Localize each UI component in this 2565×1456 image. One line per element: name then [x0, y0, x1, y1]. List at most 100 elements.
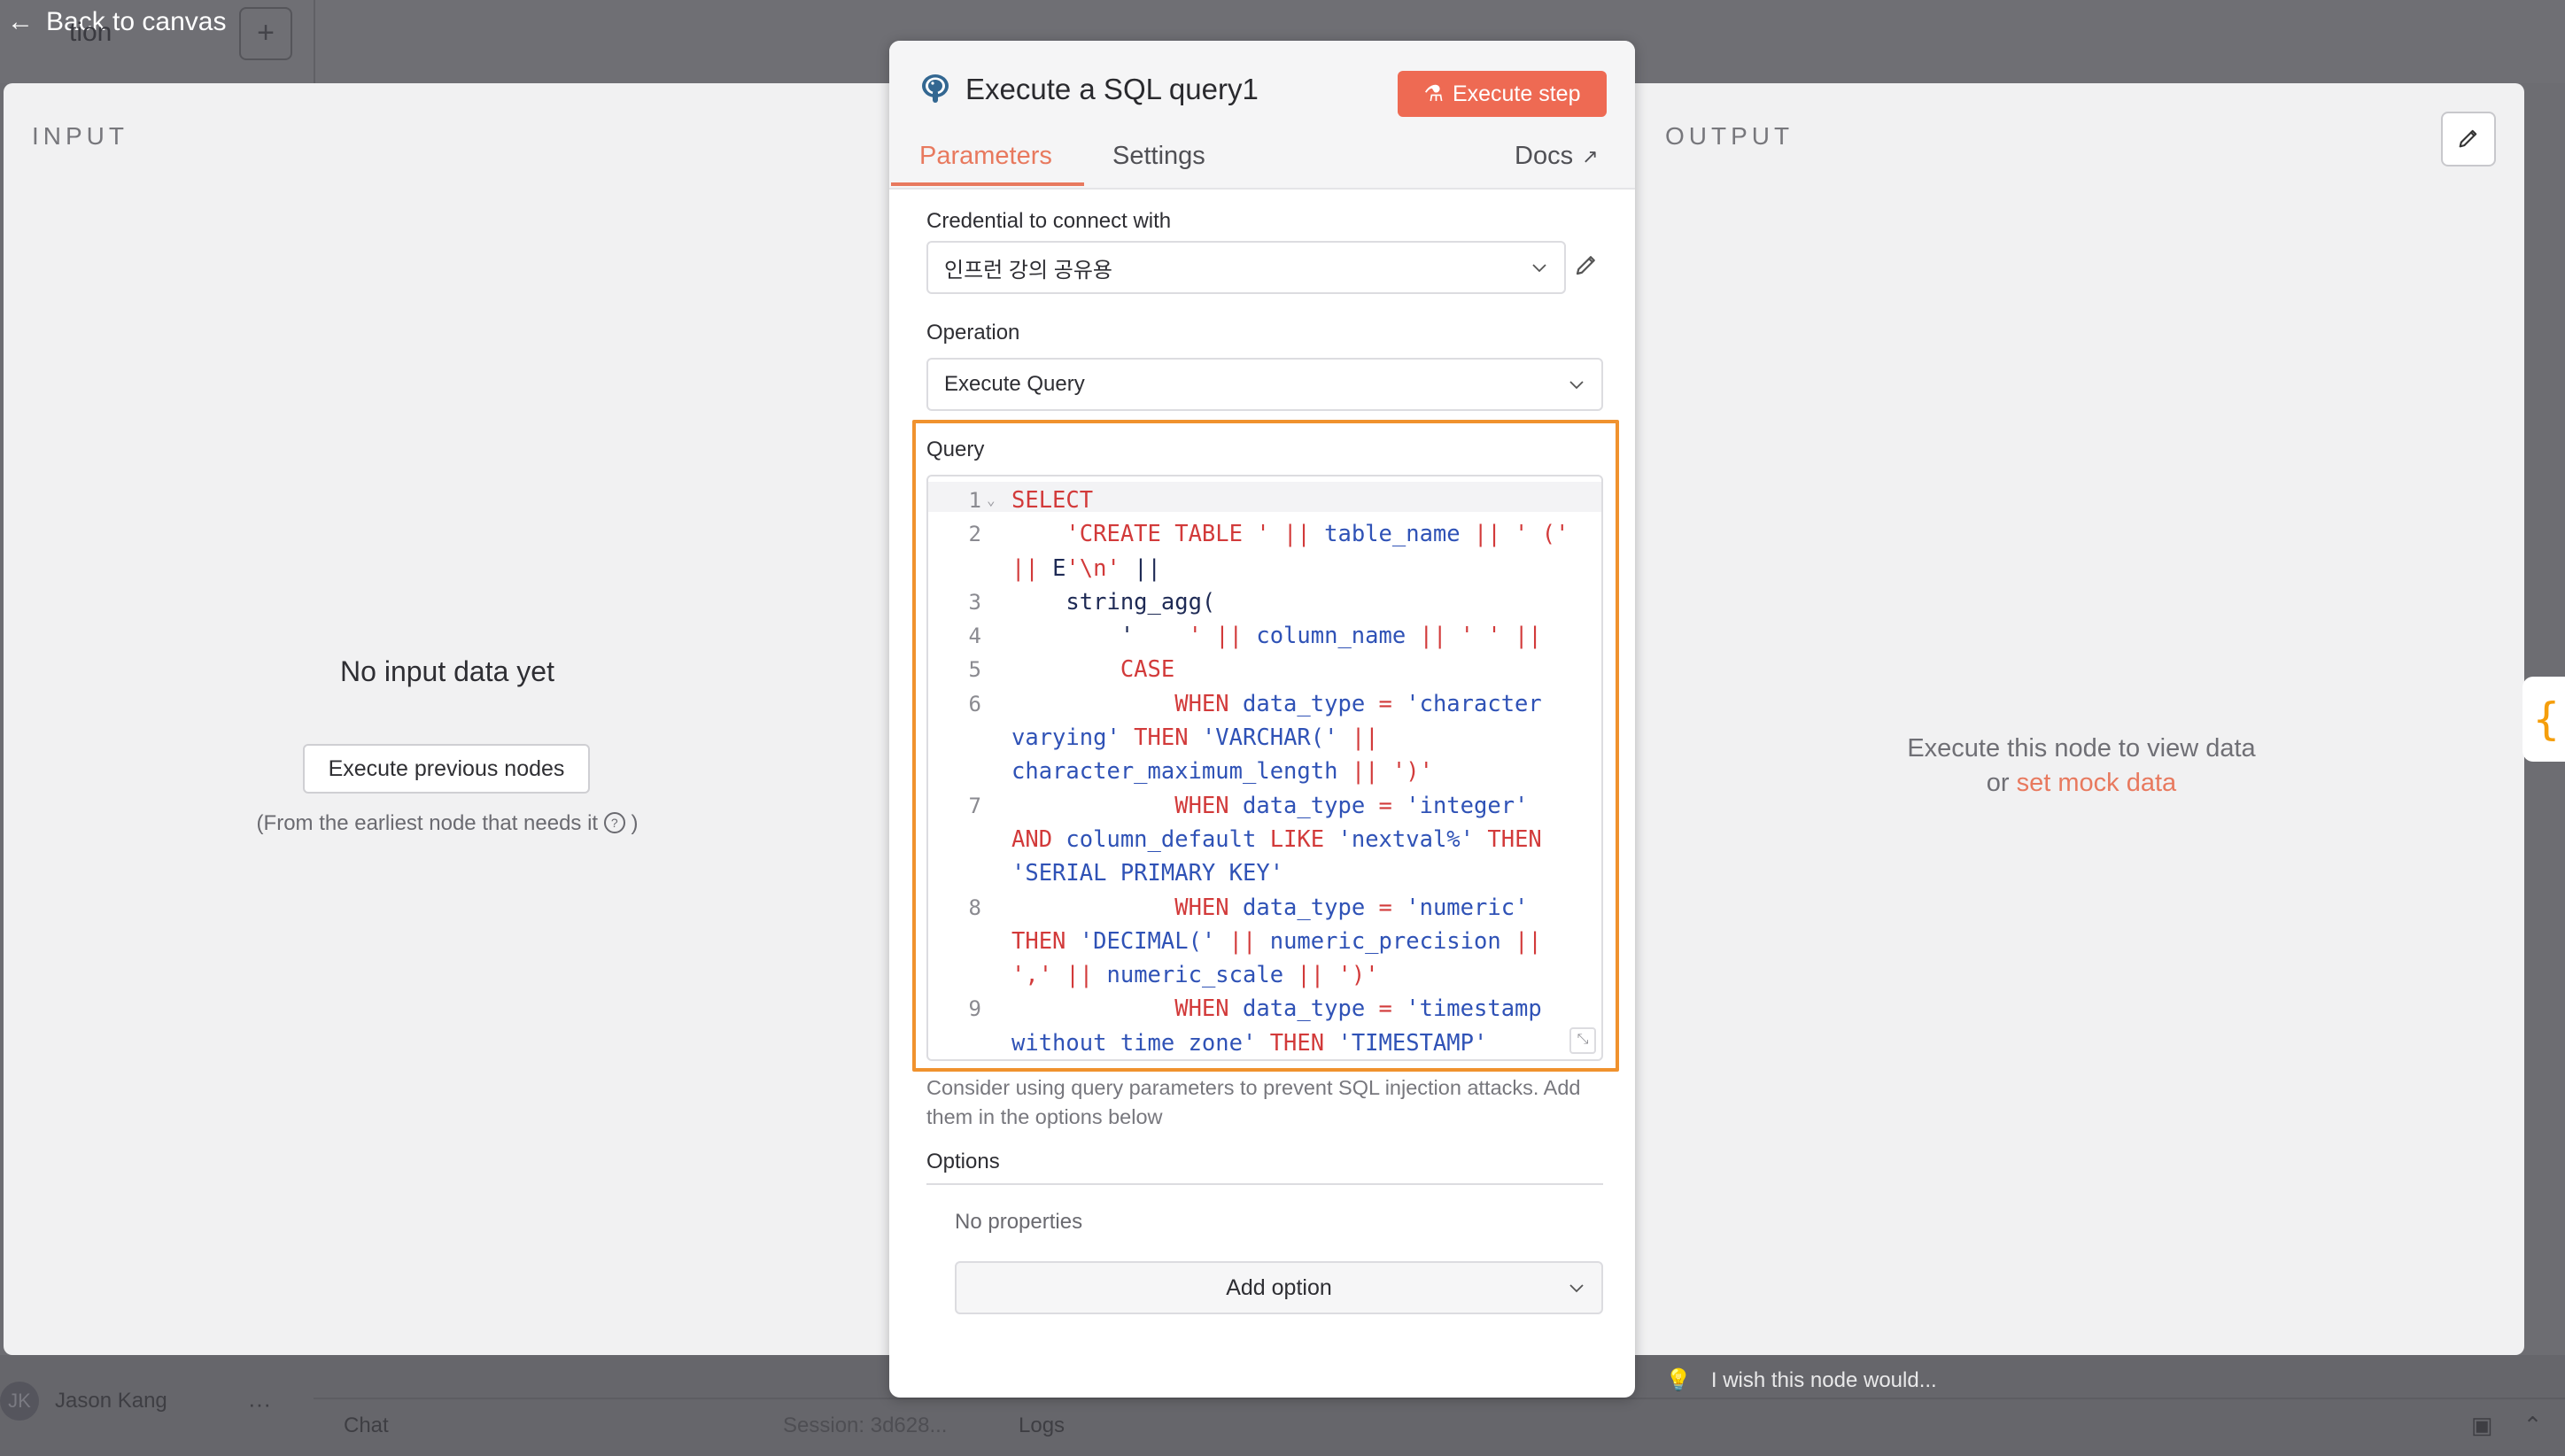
code-token: without time zone': [1011, 1029, 1257, 1057]
back-to-canvas-link[interactable]: ← Back to canvas: [7, 7, 226, 37]
code-token: THEN: [1011, 927, 1080, 955]
code-token: 'character: [1406, 690, 1542, 717]
tab-settings[interactable]: Settings: [1112, 142, 1205, 171]
user-menu[interactable]: JK Jason Kang: [0, 1382, 167, 1421]
line-number: [928, 1026, 981, 1059]
logs-tab[interactable]: Logs: [1019, 1413, 1065, 1438]
question-circle-icon[interactable]: ?: [603, 812, 625, 833]
code-token: ||: [1500, 927, 1542, 955]
chevron-down-icon: [1532, 264, 1546, 273]
external-link-icon: ↗: [1582, 144, 1599, 167]
code-text: 'SERIAL PRIMARY KEY': [1011, 856, 1283, 890]
feedback-link[interactable]: 💡 I wish this node would...: [1665, 1367, 1937, 1393]
execute-step-button[interactable]: ⚗ Execute step: [1398, 71, 1607, 117]
feedback-label: I wish this node would...: [1710, 1367, 1937, 1392]
add-option-dropdown[interactable]: Add option: [955, 1261, 1603, 1314]
json-side-tab[interactable]: {: [2522, 677, 2565, 762]
line-number: 1: [968, 488, 981, 513]
docs-link[interactable]: Docs ↗: [1515, 142, 1599, 171]
code-token: || ')': [1283, 962, 1379, 989]
more-icon[interactable]: ···: [248, 1390, 271, 1418]
bottom-divider: [314, 1398, 2565, 1399]
code-text: without time zone' THEN 'TIMESTAMP': [1011, 1026, 1487, 1059]
credential-select[interactable]: 인프런 강의 공유용: [926, 241, 1566, 294]
line-number: 7: [968, 793, 981, 818]
code-token: column_default: [1066, 825, 1257, 853]
code-token: ||: [1215, 927, 1270, 955]
code-token: || ')': [1337, 758, 1433, 786]
code-text: THEN 'DECIMAL(' || numeric_precision ||: [1011, 925, 1542, 958]
fold-marker: [981, 823, 1011, 856]
pencil-icon[interactable]: [1573, 252, 1600, 278]
line-number: 5: [968, 657, 981, 683]
add-option-label: Add option: [1226, 1275, 1332, 1300]
lightbulb-icon: 💡: [1665, 1368, 1692, 1392]
sql-query-editor[interactable]: 1 ⌄ SELECT 2 'CREATE TABLE ' || table_name …: [926, 475, 1603, 1061]
chat-tab[interactable]: Chat: [344, 1413, 389, 1438]
code-token: =: [1365, 690, 1406, 717]
fold-marker: [981, 856, 1011, 890]
code-token: data_type: [1243, 894, 1366, 921]
set-mock-data-link[interactable]: set mock data: [2017, 769, 2177, 797]
code-token: numeric_precision: [1269, 927, 1501, 955]
fold-marker[interactable]: ⌄: [981, 484, 1011, 517]
fold-marker: [981, 552, 1011, 585]
code-token: WHEN: [1011, 792, 1243, 819]
code-token: data_type: [1243, 690, 1366, 717]
node-parameters-card: Execute a SQL query1 ⚗ Execute step Para…: [889, 41, 1635, 1398]
code-token: CASE: [1011, 656, 1175, 684]
credential-value: 인프런 강의 공유용: [944, 258, 1112, 283]
code-token: 'CREATE TABLE ' ||: [1011, 521, 1325, 548]
code-token: 'nextval%': [1337, 825, 1475, 853]
code-token: 'SERIAL PRIMARY KEY': [1011, 860, 1284, 887]
code-token: SELECT: [1011, 487, 1094, 514]
code-text: WHEN data_type = 'integer': [1011, 789, 1528, 823]
code-token: =: [1365, 792, 1406, 819]
code-token: data_type: [1243, 995, 1366, 1023]
node-title[interactable]: Execute a SQL query1: [965, 73, 1259, 106]
bottom-panel-controls: ▣ ⌃: [2471, 1412, 2542, 1439]
code-text: varying' THEN 'VARCHAR(' ||: [1011, 721, 1379, 755]
output-panel-title: OUTPUT: [1665, 122, 1794, 150]
fold-marker: [981, 755, 1011, 788]
execute-previous-nodes-button[interactable]: Execute previous nodes: [303, 744, 590, 794]
code-token: ||: [1052, 962, 1107, 989]
code-text: CASE: [1011, 653, 1174, 686]
line-number: [928, 925, 981, 958]
fold-marker: [981, 789, 1011, 823]
operation-select[interactable]: Execute Query: [926, 358, 1603, 411]
add-button-dimmed[interactable]: +: [239, 7, 292, 60]
expand-editor-icon[interactable]: ⤡: [1569, 1027, 1596, 1054]
code-line: without time zone' THEN 'TIMESTAMP': [928, 1026, 1601, 1059]
code-token: character_maximum_length: [1011, 758, 1338, 786]
edit-output-button[interactable]: [2441, 112, 2496, 167]
code-token: =: [1365, 894, 1406, 921]
input-panel-title: INPUT: [32, 122, 128, 150]
code-text: string_agg(: [1011, 585, 1215, 619]
code-line: 8 WHEN data_type = 'numeric': [928, 891, 1601, 925]
code-token: || ' ' ||: [1406, 623, 1542, 650]
panel-toggle-icon[interactable]: ▣: [2471, 1412, 2493, 1439]
code-token: 'integer': [1406, 792, 1529, 819]
active-tab-indicator: [891, 182, 1084, 186]
code-token: data_type: [1243, 792, 1366, 819]
code-text: || E'\n' ||: [1011, 552, 1161, 585]
code-token: 'timestamp: [1406, 995, 1542, 1023]
code-line: 3 string_agg(: [928, 585, 1601, 619]
code-line: 1 ⌄ SELECT: [928, 484, 1601, 517]
code-text: WHEN data_type = 'character: [1011, 687, 1542, 721]
chevron-down-icon: [1569, 1284, 1584, 1293]
code-line: varying' THEN 'VARCHAR(' ||: [928, 721, 1601, 755]
earliest-node-note: (From the earliest node that needs it ? …: [0, 811, 895, 836]
credential-label: Credential to connect with: [926, 209, 1172, 233]
line-number: [928, 552, 981, 585]
postgres-icon: [922, 74, 949, 103]
query-label: Query: [926, 438, 985, 461]
code-token: ' ||: [1134, 623, 1257, 650]
code-line: AND column_default LIKE 'nextval%' THEN: [928, 823, 1601, 856]
code-token: table_name: [1324, 521, 1461, 548]
code-token: 'DECIMAL(': [1079, 927, 1216, 955]
code-token: =: [1365, 995, 1406, 1023]
tab-parameters[interactable]: Parameters: [919, 142, 1052, 171]
chevron-up-icon[interactable]: ⌃: [2523, 1412, 2543, 1439]
